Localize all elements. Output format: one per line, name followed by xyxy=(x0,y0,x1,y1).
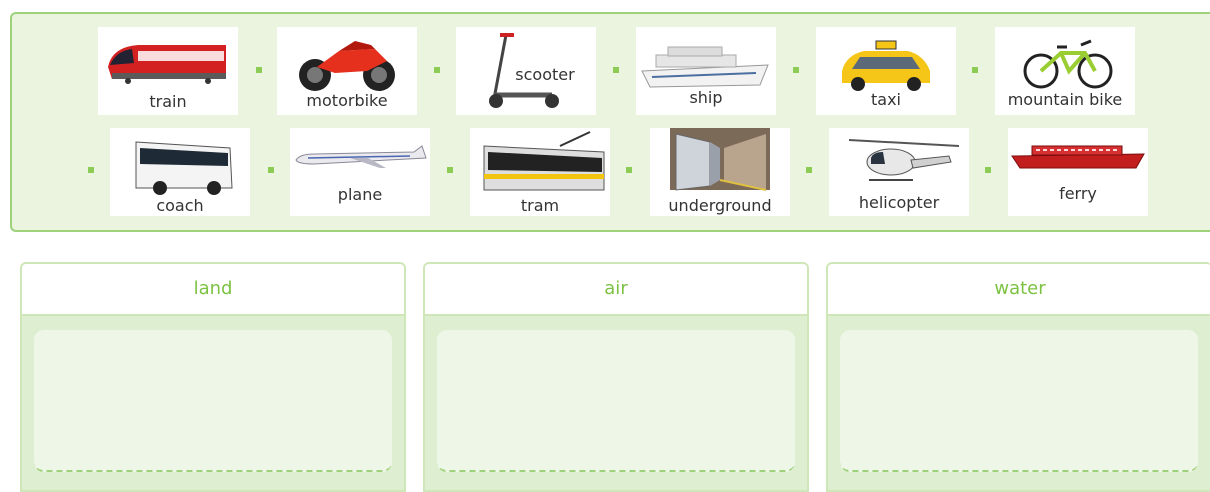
drop-zone-air[interactable] xyxy=(437,330,795,472)
card-ferry[interactable]: ferry xyxy=(1008,128,1148,216)
separator-dot xyxy=(972,67,978,73)
card-label: underground xyxy=(668,196,772,215)
card-motorbike[interactable]: motorbike xyxy=(277,27,417,115)
card-underground[interactable]: underground xyxy=(650,128,790,216)
card-helicopter[interactable]: helicopter xyxy=(829,128,969,216)
separator-dot xyxy=(806,167,812,173)
separator-dot xyxy=(434,67,440,73)
category-air: air xyxy=(423,262,809,492)
category-water: water xyxy=(826,262,1210,492)
separator-dot xyxy=(985,167,991,173)
separator-dot xyxy=(88,167,94,173)
card-coach[interactable]: coach xyxy=(110,128,250,216)
separator-dot xyxy=(447,167,453,173)
category-title: water xyxy=(828,264,1210,316)
card-label: ferry xyxy=(1059,184,1097,203)
card-label: train xyxy=(149,92,187,111)
item-pool: train motorbike scooter ship taxi mounta… xyxy=(10,12,1210,232)
card-plane[interactable]: plane xyxy=(290,128,430,216)
card-scooter[interactable]: scooter xyxy=(456,27,596,115)
card-label: coach xyxy=(156,196,204,215)
card-label: tram xyxy=(520,196,560,215)
drop-zone-land[interactable] xyxy=(34,330,392,472)
category-title: air xyxy=(425,264,807,316)
drop-zone-water[interactable] xyxy=(840,330,1198,472)
card-ship[interactable]: ship xyxy=(636,27,776,115)
separator-dot xyxy=(256,67,262,73)
card-label: helicopter xyxy=(858,193,940,212)
card-label: ship xyxy=(689,88,723,107)
card-train[interactable]: train xyxy=(98,27,238,115)
card-label: taxi xyxy=(871,90,901,109)
separator-dot xyxy=(626,167,632,173)
separator-dot xyxy=(613,67,619,73)
card-mountain-bike[interactable]: mountain bike xyxy=(995,27,1135,115)
card-label: motorbike xyxy=(306,91,388,110)
card-label: plane xyxy=(337,185,383,204)
category-title: land xyxy=(22,264,404,316)
card-label: mountain bike xyxy=(1007,90,1123,109)
separator-dot xyxy=(793,67,799,73)
category-land: land xyxy=(20,262,406,492)
separator-dot xyxy=(268,167,274,173)
card-tram[interactable]: tram xyxy=(470,128,610,216)
card-label: scooter xyxy=(515,65,575,84)
card-taxi[interactable]: taxi xyxy=(816,27,956,115)
